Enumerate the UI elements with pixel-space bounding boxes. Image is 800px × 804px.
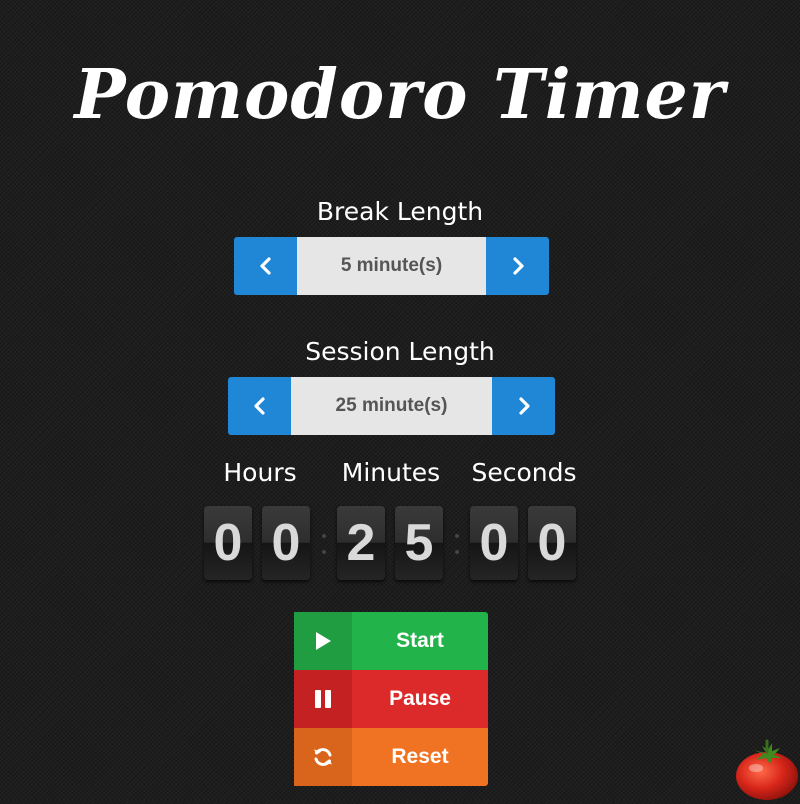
hours-digit-tens: 0 xyxy=(204,506,252,580)
app-title: Pomodoro Timer xyxy=(74,55,726,135)
play-icon xyxy=(316,632,331,650)
start-button-label: Start xyxy=(396,629,444,652)
break-length-stepper: 5 minute(s) xyxy=(234,237,549,295)
reset-button[interactable]: Reset xyxy=(294,728,488,786)
clock-separator xyxy=(450,520,464,566)
refresh-icon xyxy=(314,748,332,766)
session-length-value: 25 minute(s) xyxy=(291,377,492,435)
chevron-left-icon xyxy=(259,257,271,275)
session-increment-button[interactable] xyxy=(492,377,555,435)
hours-digit-ones: 0 xyxy=(262,506,310,580)
pause-button-label: Pause xyxy=(389,687,451,710)
start-button[interactable]: Start xyxy=(294,612,488,670)
pause-button[interactable]: Pause xyxy=(294,670,488,728)
session-decrement-button[interactable] xyxy=(228,377,291,435)
chevron-right-icon xyxy=(518,397,530,415)
chevron-right-icon xyxy=(512,257,524,275)
break-length-value: 5 minute(s) xyxy=(297,237,486,295)
seconds-label: Seconds xyxy=(471,458,577,487)
minutes-label: Minutes xyxy=(341,458,441,487)
minutes-digit-tens: 2 xyxy=(337,506,385,580)
break-decrement-button[interactable] xyxy=(234,237,297,295)
break-increment-button[interactable] xyxy=(486,237,549,295)
hours-label: Hours xyxy=(223,458,297,487)
session-length-label: Session Length xyxy=(305,337,495,366)
minutes-digit-ones: 5 xyxy=(395,506,443,580)
clock-separator xyxy=(317,520,331,566)
seconds-digit-tens: 0 xyxy=(470,506,518,580)
tomato-icon xyxy=(734,738,800,804)
seconds-digit-ones: 0 xyxy=(528,506,576,580)
pause-icon xyxy=(315,690,331,708)
chevron-left-icon xyxy=(253,397,265,415)
break-length-label: Break Length xyxy=(316,197,484,226)
session-length-stepper: 25 minute(s) xyxy=(228,377,555,435)
reset-button-label: Reset xyxy=(391,745,449,768)
